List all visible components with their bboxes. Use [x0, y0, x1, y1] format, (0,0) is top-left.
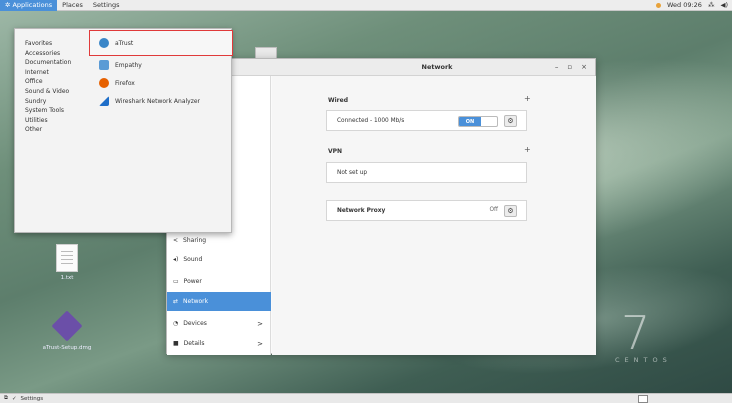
network-icon: ⇄ — [173, 298, 179, 305]
places-menu-button[interactable]: Places — [57, 1, 88, 9]
sidebar-item-sharing[interactable]: < Sharing — [167, 231, 271, 250]
desktop-icon-label: 1.txt — [60, 275, 74, 281]
bottom-taskbar: ⧉ ✓ Settings — [0, 393, 732, 403]
settings-menu-button[interactable]: Settings — [88, 1, 125, 9]
app-list: aTrust Empathy Firefox Wireshark Network… — [89, 29, 233, 110]
text-file-icon — [56, 244, 78, 272]
devices-icon: ◔ — [173, 320, 179, 327]
category-sound-video[interactable]: Sound & Video — [15, 87, 89, 97]
system-logo-icon: ✲ — [5, 1, 11, 9]
workspace-switcher[interactable] — [638, 394, 648, 403]
applications-menu: Favorites Accessories Documentation Inte… — [14, 28, 233, 233]
volume-icon[interactable]: ◀) — [720, 1, 728, 9]
sidebar-item-devices[interactable]: ◔ Devices > — [167, 314, 271, 333]
share-icon: < — [173, 237, 179, 244]
sidebar-item-network[interactable]: ⇄ Network — [167, 292, 271, 311]
category-internet[interactable]: Internet — [15, 68, 89, 78]
power-icon: ▭ — [173, 278, 179, 285]
vpn-status: Not set up — [337, 169, 368, 176]
sidebar-item-details[interactable]: ■ Details > — [167, 334, 271, 353]
network-panel: Wired + Connected - 1000 Mb/s ON ⚙ VPN +… — [272, 76, 596, 355]
desktop-icon-label: aTrust-Setup.dmg — [42, 345, 92, 351]
wired-connection-row: Connected - 1000 Mb/s ON ⚙ — [326, 110, 527, 131]
desktop-icon-dmg-file[interactable]: aTrust-Setup.dmg — [37, 310, 97, 351]
top-bar: ✲ Applications Places Settings Wed 09:26… — [0, 0, 732, 11]
atrust-icon — [99, 38, 109, 48]
gear-icon[interactable]: ⚙ — [504, 205, 517, 217]
app-item-empathy[interactable]: Empathy — [89, 56, 233, 74]
chevron-right-icon: > — [257, 319, 263, 328]
proxy-state: Off — [489, 207, 498, 213]
firefox-icon — [99, 78, 109, 88]
category-list: Favorites Accessories Documentation Inte… — [15, 29, 89, 135]
package-icon — [51, 310, 83, 342]
details-icon: ■ — [173, 340, 179, 347]
category-utilities[interactable]: Utilities — [15, 116, 89, 126]
gear-icon[interactable]: ⚙ — [504, 115, 517, 127]
category-office[interactable]: Office — [15, 77, 89, 87]
minimize-icon[interactable]: – — [555, 59, 559, 76]
category-favorites[interactable]: Favorites — [15, 39, 89, 49]
network-proxy-row[interactable]: Network Proxy Off ⚙ — [326, 200, 527, 221]
wired-toggle[interactable]: ON — [458, 116, 498, 127]
clock[interactable]: Wed 09:26 — [667, 1, 702, 9]
wireshark-icon — [99, 96, 109, 106]
category-sundry[interactable]: Sundry — [15, 97, 89, 107]
empathy-icon — [99, 60, 109, 70]
applications-menu-button[interactable]: ✲ Applications — [0, 0, 58, 11]
vpn-row: Not set up — [326, 162, 527, 183]
notification-dot-icon[interactable] — [655, 2, 661, 8]
sound-icon: ◂) — [173, 256, 179, 263]
taskbar-item-settings[interactable]: ✓ Settings — [12, 396, 43, 402]
desktop-icon-text-file[interactable]: 1.txt — [44, 244, 90, 281]
add-vpn-button[interactable]: + — [524, 145, 531, 154]
vpn-section-title: VPN — [328, 148, 343, 155]
close-icon[interactable]: × — [581, 59, 587, 76]
chevron-right-icon: > — [257, 339, 263, 348]
network-status-icon[interactable]: ⁂ — [708, 1, 715, 9]
category-accessories[interactable]: Accessories — [15, 49, 89, 59]
maximize-icon[interactable]: ▫ — [567, 59, 572, 76]
network-proxy-label: Network Proxy — [337, 207, 386, 214]
centos-logo: 7 CENTOS — [615, 306, 672, 364]
settings-app-icon: ✓ — [11, 395, 17, 402]
category-system-tools[interactable]: System Tools — [15, 106, 89, 116]
app-item-firefox[interactable]: Firefox — [89, 74, 233, 92]
show-desktop-icon[interactable]: ⧉ — [4, 395, 8, 402]
wired-status: Connected - 1000 Mb/s — [337, 117, 405, 124]
category-other[interactable]: Other — [15, 125, 89, 135]
sidebar-item-power[interactable]: ▭ Power — [167, 272, 271, 291]
app-item-atrust[interactable]: aTrust — [89, 30, 233, 56]
category-documentation[interactable]: Documentation — [15, 58, 89, 68]
add-wired-button[interactable]: + — [524, 94, 531, 103]
app-item-wireshark[interactable]: Wireshark Network Analyzer — [89, 92, 233, 110]
sidebar-item-sound[interactable]: ◂) Sound — [167, 250, 271, 269]
wired-section-title: Wired — [328, 97, 348, 104]
window-title: Network — [421, 63, 453, 71]
